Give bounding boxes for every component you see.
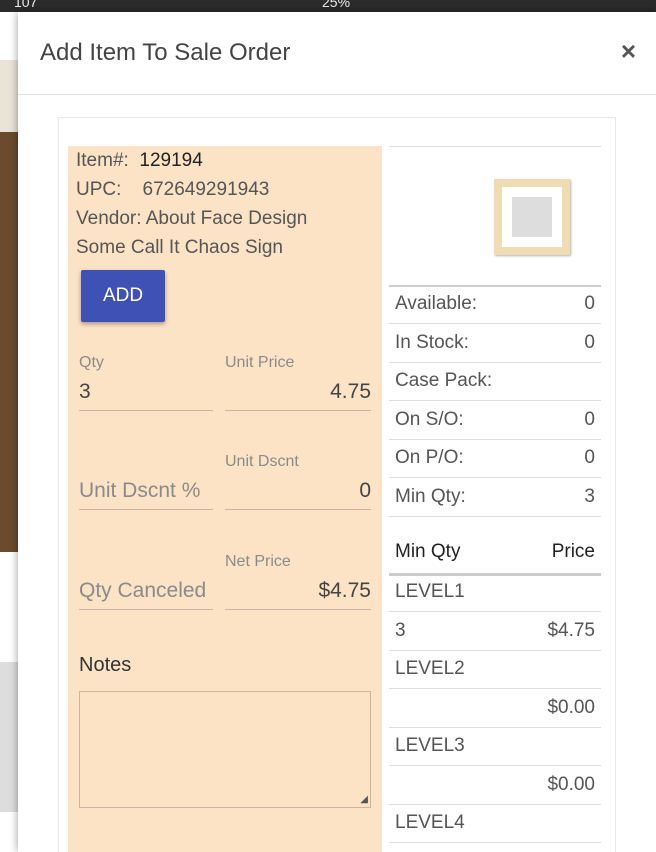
price-row-left: LEVEL1 — [395, 581, 465, 602]
stat-label: On P/O: — [395, 447, 464, 468]
stat-value: 0 — [584, 293, 595, 314]
product-image-area — [389, 146, 601, 287]
min-qty-header: Min Qty — [395, 541, 461, 562]
stat-value: 0 — [584, 447, 595, 468]
net-price-field[interactable]: Net Price $4.75 — [225, 553, 371, 610]
item-form-panel: Item#: 129194 UPC: 672649291943 Vendor: … — [68, 146, 382, 852]
stat-value: 0 — [584, 408, 595, 430]
stat-value: 3 — [584, 485, 595, 507]
upc-value: 672649291943 — [142, 179, 270, 200]
upc-label: UPC: — [76, 179, 122, 200]
qty-canceled-placeholder: Qty Canceled — [79, 579, 207, 602]
price-row-right: $0.00 — [547, 773, 595, 795]
item-card: Item#: 129194 UPC: 672649291943 Vendor: … — [58, 117, 616, 852]
price-table-row: $0.00 — [389, 689, 601, 728]
price-table-row: LEVEL2 — [389, 650, 601, 689]
modal-header: Add Item To Sale Order × — [18, 12, 656, 95]
price-table-row: $0.00 — [389, 766, 601, 805]
qty-label: Qty — [79, 354, 104, 371]
product-image — [494, 179, 570, 255]
qty-canceled-field[interactable]: Qty Canceled — [79, 553, 213, 610]
net-price-label: Net Price — [225, 553, 291, 570]
price-table-row: LEVEL1 — [389, 573, 601, 612]
stat-row: Available: 0 — [389, 285, 601, 324]
close-icon[interactable]: × — [621, 36, 636, 67]
price-row-left: LEVEL3 — [395, 735, 465, 756]
unit-dscnt-pct-placeholder: Unit Dscnt % — [79, 479, 201, 502]
notes-textarea[interactable]: ◢ — [79, 691, 371, 808]
resize-handle-icon[interactable]: ◢ — [360, 794, 368, 805]
page-number: 107 — [14, 0, 38, 10]
item-number-label: Item#: — [76, 150, 129, 171]
item-description: Some Call It Chaos Sign — [76, 237, 283, 258]
unit-price-field[interactable]: Unit Price 4.75 — [225, 354, 371, 411]
stat-label: Case Pack: — [395, 370, 493, 391]
stat-row: On S/O: 0 — [389, 401, 601, 440]
unit-dscnt-label: Unit Dscnt — [225, 453, 299, 470]
net-price-value: $4.75 — [318, 579, 371, 602]
qty-value: 3 — [79, 380, 91, 403]
price-row-right: $4.75 — [547, 619, 595, 641]
item-number: 129194 — [139, 150, 203, 171]
unit-price-value: 4.75 — [330, 380, 371, 403]
price-table-row: 3 $4.75 — [389, 612, 601, 651]
unit-dscnt-value: 0 — [359, 479, 371, 502]
stat-value: 0 — [584, 331, 595, 353]
stat-label: Available: — [395, 293, 478, 314]
add-button[interactable]: ADD — [81, 270, 165, 322]
vendor-line: Vendor: About Face Design — [76, 208, 308, 229]
price-row-left: LEVEL4 — [395, 812, 465, 833]
qty-field[interactable]: Qty 3 — [79, 354, 213, 411]
stat-row: On P/O: 0 — [389, 439, 601, 478]
add-item-modal: Add Item To Sale Order × Item#: 129194 U… — [18, 12, 656, 852]
unit-price-label: Unit Price — [225, 354, 295, 371]
price-row-left: 3 — [395, 619, 406, 641]
stat-label: Min Qty: — [395, 485, 466, 507]
unit-dscnt-pct-field[interactable]: Unit Dscnt % — [79, 453, 213, 510]
product-sign-graphic — [512, 197, 552, 237]
price-table-row: LEVEL4 — [389, 804, 601, 843]
stat-row: Case Pack: — [389, 362, 601, 401]
modal-title: Add Item To Sale Order — [40, 39, 291, 66]
unit-dscnt-field[interactable]: Unit Dscnt 0 — [225, 453, 371, 510]
stat-row: Min Qty: 3 — [389, 478, 601, 517]
price-row-right: $0.00 — [547, 696, 595, 718]
upc-line: UPC: 672649291943 — [76, 179, 269, 201]
stat-label: On S/O: — [395, 408, 464, 430]
zoom-level: 25% — [322, 0, 351, 10]
price-table-header: Min Qty Price — [389, 529, 601, 576]
item-number-line: Item#: 129194 — [76, 150, 203, 172]
price-row-left: LEVEL2 — [395, 658, 465, 679]
background-toolbar: 107 25% — [0, 0, 656, 12]
stat-row: In Stock: 0 — [389, 324, 601, 363]
price-header: Price — [551, 541, 595, 562]
price-table-row: LEVEL3 — [389, 727, 601, 766]
stat-label: In Stock: — [395, 331, 469, 353]
notes-title: Notes — [79, 654, 132, 676]
background-page — [0, 12, 18, 852]
